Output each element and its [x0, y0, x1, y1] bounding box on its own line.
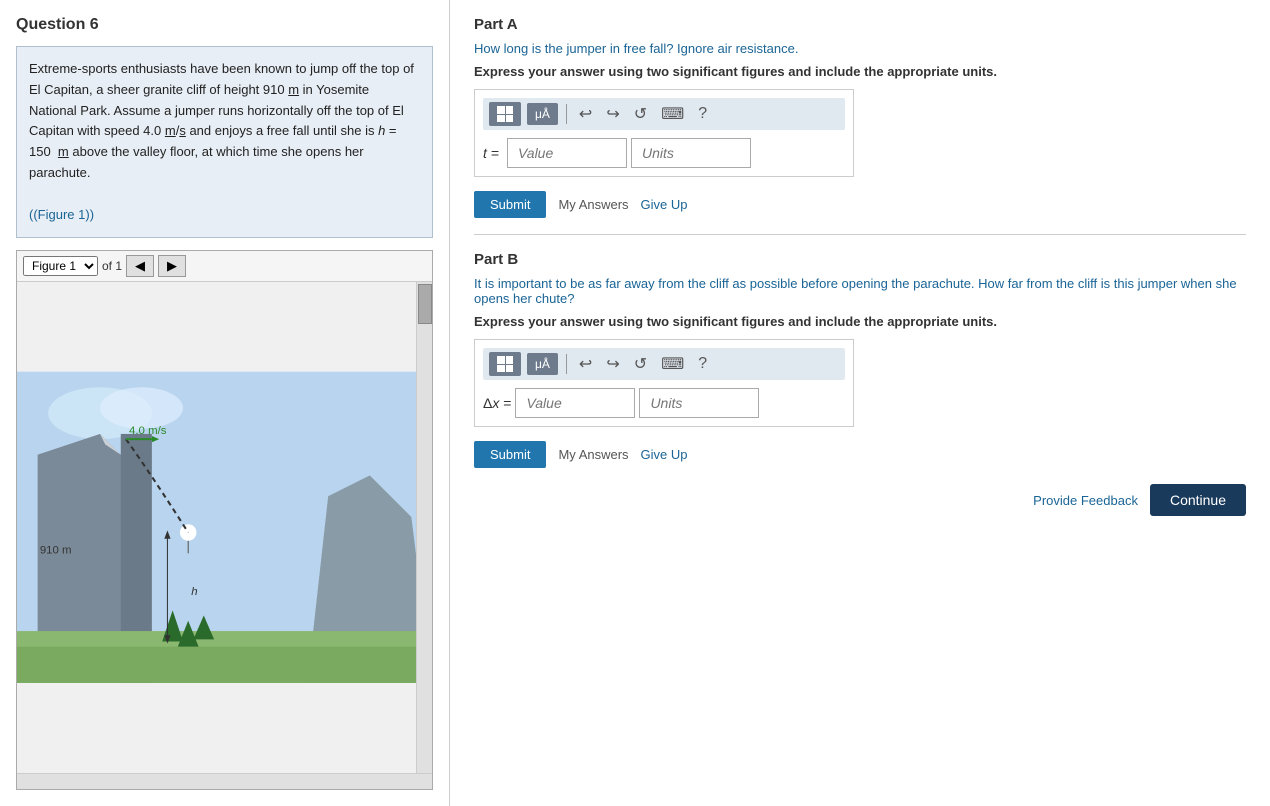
grid-icon-b	[497, 356, 513, 372]
grid-icon	[497, 106, 513, 122]
part-b-toolbar: μÅ ↩ ↪ ↺ ⌨ ?	[483, 348, 845, 380]
part-a-submit-button[interactable]: Submit	[474, 191, 546, 218]
part-b-title: Part B	[474, 251, 1246, 268]
part-b-undo-button[interactable]: ↩	[575, 352, 596, 376]
part-b-help-button[interactable]: ?	[694, 353, 711, 375]
part-b-instruction: Express your answer using two significan…	[474, 314, 1246, 329]
bottom-bar: Provide Feedback Continue	[474, 468, 1246, 516]
part-b-redo-button[interactable]: ↪	[602, 352, 623, 376]
question-text: Extreme-sports enthusiasts have been kno…	[29, 61, 414, 222]
part-a-toolbar: μÅ ↩ ↪ ↺ ⌨ ?	[483, 98, 845, 130]
figure-next-button[interactable]: ▶	[158, 255, 186, 277]
part-a-redo-button[interactable]: ↪	[602, 102, 623, 126]
figure-select[interactable]: Figure 1	[23, 256, 98, 276]
part-a-my-answers-link[interactable]: My Answers	[558, 197, 628, 212]
figure-prev-button[interactable]: ◀	[126, 255, 154, 277]
part-b-my-answers-link[interactable]: My Answers	[558, 447, 628, 462]
part-a-give-up-link[interactable]: Give Up	[641, 197, 688, 212]
svg-text:910 m: 910 m	[40, 545, 72, 557]
part-b-mu-button[interactable]: μÅ	[527, 353, 558, 375]
part-b-reset-button[interactable]: ↺	[630, 352, 651, 376]
part-b-question: It is important to be as far away from t…	[474, 276, 1246, 306]
part-a-reset-button[interactable]: ↺	[630, 102, 651, 126]
toolbar-separator-b	[566, 354, 567, 374]
part-a-label: t =	[483, 145, 499, 161]
part-b-units-input[interactable]	[639, 388, 759, 418]
part-a-answer-box: μÅ ↩ ↪ ↺ ⌨ ? t =	[474, 89, 854, 177]
part-b-input-row: Δx =	[483, 388, 845, 418]
part-b-section: Part B It is important to be as far away…	[474, 251, 1246, 532]
part-b-label: Δx =	[483, 395, 511, 411]
figure-scrollbar[interactable]	[416, 282, 432, 773]
scrollbar-thumb[interactable]	[418, 284, 432, 324]
figure-content: 4.0 m/s 910 m h	[17, 282, 432, 773]
figure-link[interactable]: ((Figure 1))	[29, 207, 94, 222]
svg-text:4.0 m/s: 4.0 m/s	[129, 425, 167, 437]
part-b-give-up-link[interactable]: Give Up	[641, 447, 688, 462]
part-a-undo-button[interactable]: ↩	[575, 102, 596, 126]
provide-feedback-link[interactable]: Provide Feedback	[1033, 493, 1138, 508]
part-a-submit-row: Submit My Answers Give Up	[474, 191, 1246, 218]
continue-button[interactable]: Continue	[1150, 484, 1246, 516]
figure-svg: 4.0 m/s 910 m h	[17, 282, 432, 773]
part-b-submit-row: Submit My Answers Give Up	[474, 441, 1246, 468]
toolbar-separator	[566, 104, 567, 124]
part-b-submit-button[interactable]: Submit	[474, 441, 546, 468]
of-label: of 1	[102, 259, 122, 273]
part-a-mu-button[interactable]: μÅ	[527, 103, 558, 125]
part-a-units-input[interactable]	[631, 138, 751, 168]
svg-text:h: h	[191, 586, 197, 598]
figure-toolbar: Figure 1 of 1 ◀ ▶	[17, 251, 432, 282]
part-a-section: Part A How long is the jumper in free fa…	[474, 16, 1246, 235]
part-b-answer-box: μÅ ↩ ↪ ↺ ⌨ ? Δx =	[474, 339, 854, 427]
figure-bottom-bar	[17, 773, 432, 789]
part-a-instruction: Express your answer using two significan…	[474, 64, 1246, 79]
part-a-title: Part A	[474, 16, 1246, 33]
right-panel: Part A How long is the jumper in free fa…	[450, 0, 1270, 806]
part-a-value-input[interactable]	[507, 138, 627, 168]
part-a-help-button[interactable]: ?	[694, 103, 711, 125]
part-a-grid-button[interactable]	[489, 102, 521, 126]
question-title: Question 6	[16, 16, 433, 34]
left-panel: Question 6 Extreme-sports enthusiasts ha…	[0, 0, 450, 806]
part-a-question: How long is the jumper in free fall? Ign…	[474, 41, 1246, 56]
part-b-value-input[interactable]	[515, 388, 635, 418]
part-a-keyboard-button[interactable]: ⌨	[657, 102, 688, 126]
question-text-box: Extreme-sports enthusiasts have been kno…	[16, 46, 433, 238]
figure-container: Figure 1 of 1 ◀ ▶	[16, 250, 433, 790]
part-b-keyboard-button[interactable]: ⌨	[657, 352, 688, 376]
part-b-grid-button[interactable]	[489, 352, 521, 376]
part-a-input-row: t =	[483, 138, 845, 168]
